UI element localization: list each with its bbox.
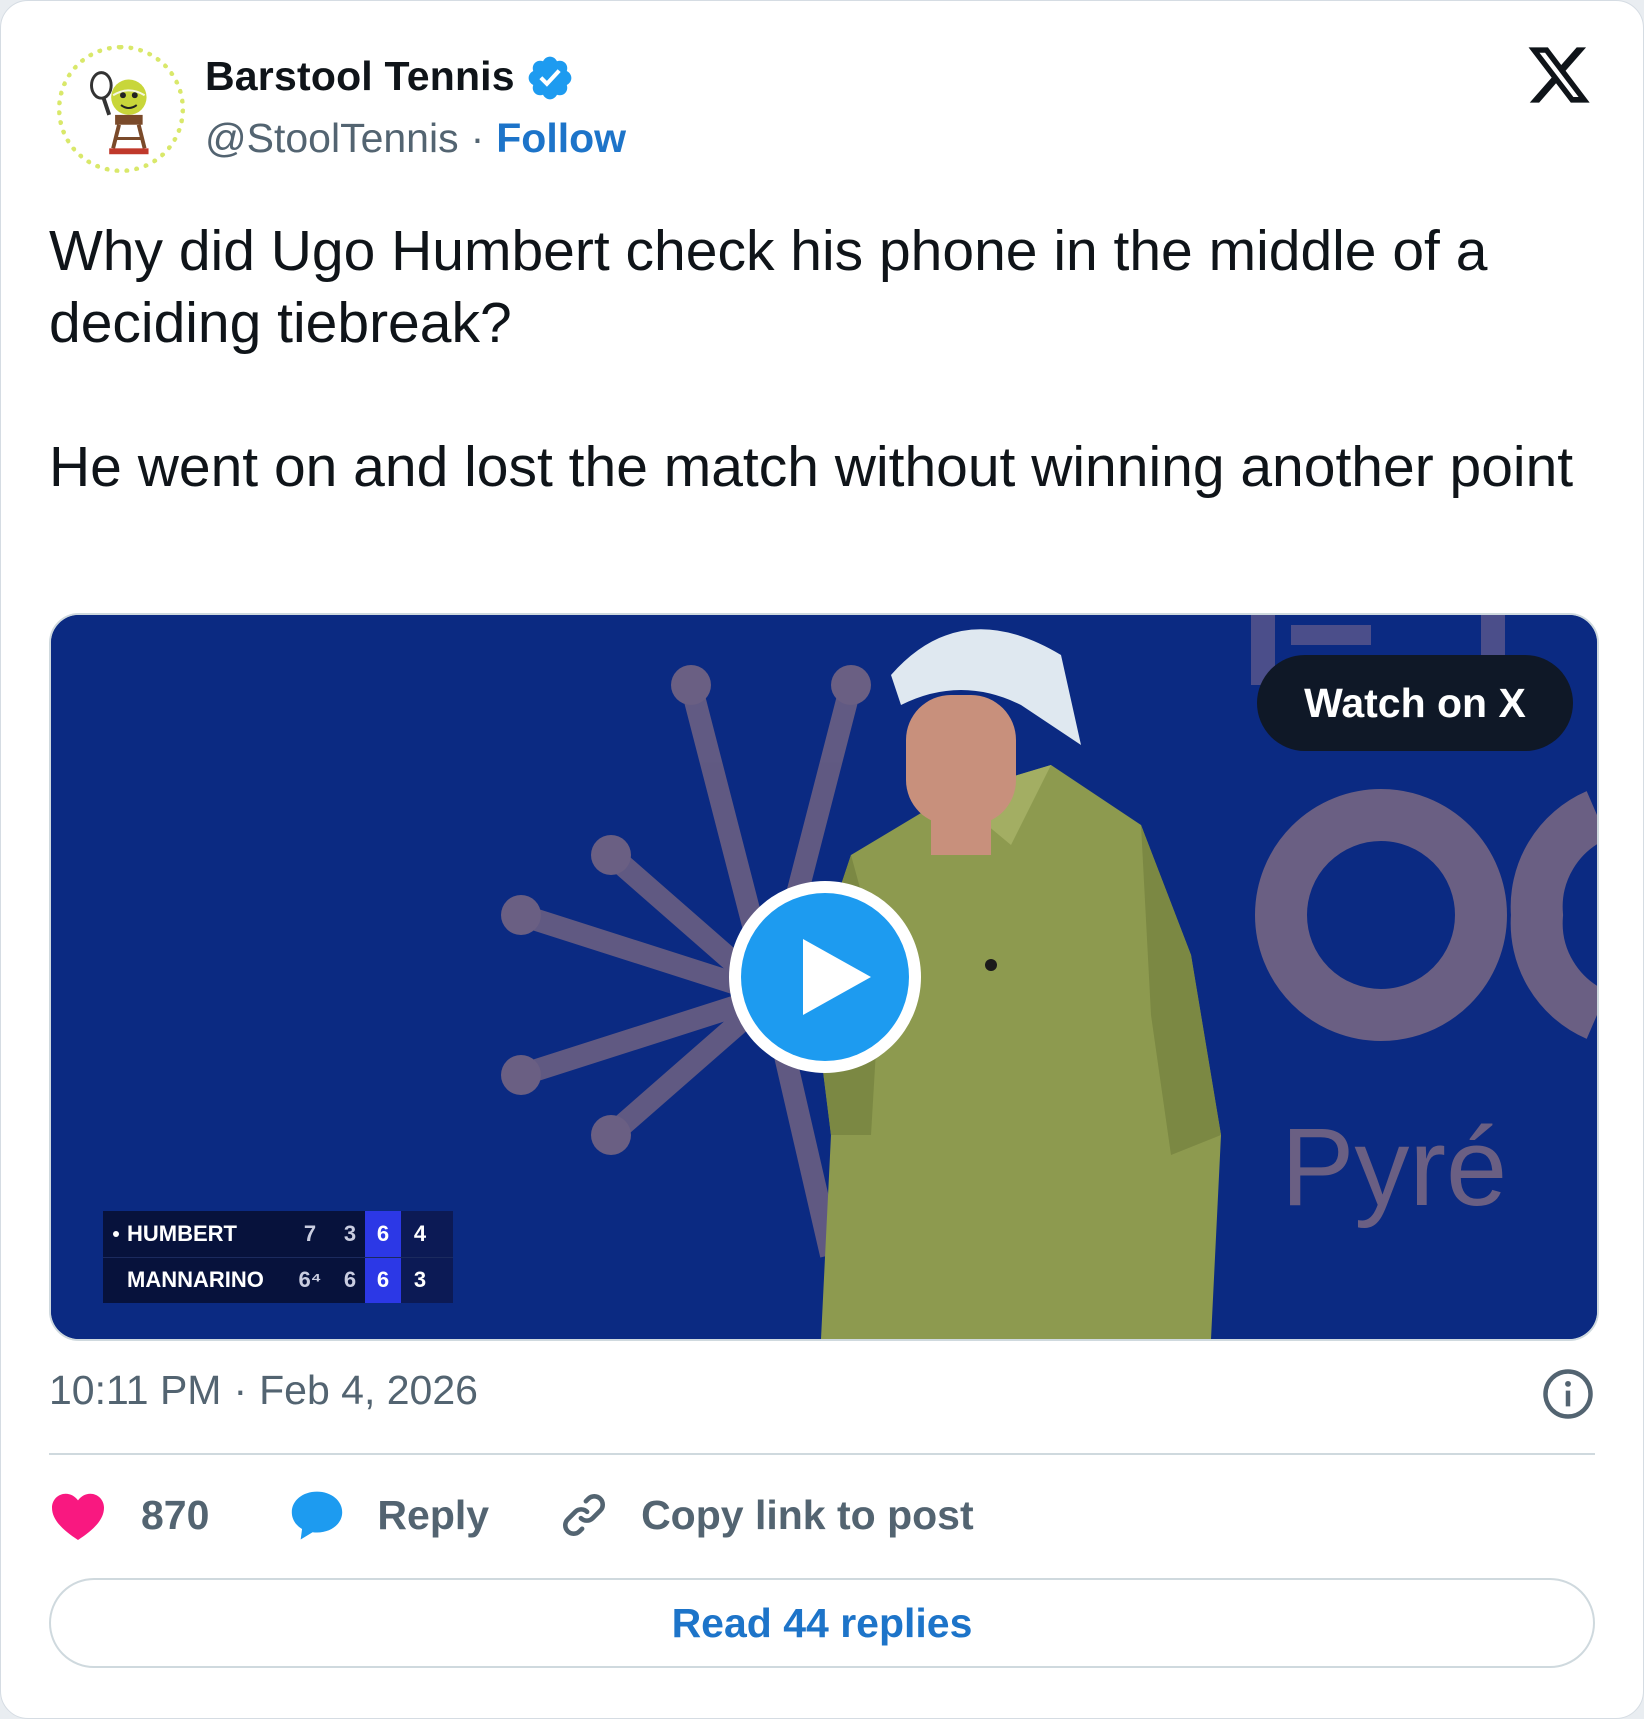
copy-link-label: Copy link to post: [641, 1491, 974, 1538]
info-icon[interactable]: [1541, 1367, 1595, 1421]
handle-row: @StoolTennis · Follow: [205, 115, 626, 162]
player-name: HUMBERT: [127, 1221, 237, 1246]
post-date: Feb 4, 2026: [259, 1367, 478, 1413]
game-score: 4: [413, 1221, 427, 1246]
x-logo-icon[interactable]: [1525, 41, 1593, 109]
tweet-card: Barstool Tennis @StoolTennis · Follow Wh…: [0, 0, 1644, 1719]
author-name-row: Barstool Tennis: [205, 49, 575, 103]
speech-bubble-icon: [292, 1491, 343, 1540]
set-score: 6: [376, 1267, 390, 1292]
reply-label: Reply: [377, 1491, 490, 1538]
tweet-paragraph: Why did Ugo Humbert check his phone in t…: [49, 219, 1488, 355]
scoreboard-row: MANNARINO 6⁴ 6 6 3: [103, 1257, 453, 1303]
set-score: 6⁴: [298, 1267, 322, 1292]
timestamp-separator: ·: [233, 1367, 248, 1413]
avatar[interactable]: [57, 45, 185, 173]
scoreboard-row: HUMBERT 7 3 6 4: [103, 1211, 453, 1258]
serve-indicator: [113, 1231, 119, 1237]
post-time: 10:11 PM: [49, 1367, 222, 1413]
play-button[interactable]: [725, 877, 925, 1077]
scoreboard: HUMBERT 7 3 6 4 MANNARINO 6⁴ 6 6 3: [103, 1211, 453, 1303]
verified-badge-icon: [528, 56, 572, 100]
handle-separator: ·: [470, 115, 485, 161]
watch-on-x-button[interactable]: Watch on X: [1257, 655, 1573, 751]
link-icon: [563, 1494, 606, 1536]
play-icon: [729, 881, 921, 1073]
set-score: 7: [303, 1221, 317, 1246]
display-name[interactable]: Barstool Tennis: [205, 53, 515, 100]
tweet-paragraph: He went on and lost the match without wi…: [49, 435, 1574, 499]
player-name: MANNARINO: [127, 1267, 264, 1292]
background-lettering: Pyré: [1281, 1106, 1507, 1229]
set-score: 6: [376, 1221, 390, 1246]
copy-link-button[interactable]: Copy link to post: [559, 1490, 974, 1540]
avatar-image: [62, 50, 180, 168]
set-score: 3: [343, 1221, 357, 1246]
action-bar: 870 Reply Copy link to post: [49, 1483, 974, 1547]
like-button[interactable]: 870: [49, 1489, 209, 1541]
read-replies-button[interactable]: Read 44 replies: [49, 1578, 1595, 1668]
like-count: 870: [141, 1491, 210, 1538]
follow-button[interactable]: Follow: [496, 115, 626, 162]
game-score: 3: [413, 1267, 427, 1292]
set-score: 6: [343, 1267, 357, 1292]
post-timestamp[interactable]: 10:11 PM · Feb 4, 2026: [49, 1367, 478, 1414]
reply-button[interactable]: Reply: [289, 1489, 489, 1541]
video-player[interactable]: Pyré HUMBERT 7 3 6 4 MANNARINO 6⁴ 6 6 3 …: [49, 613, 1599, 1341]
tweet-text: Why did Ugo Humbert check his phone in t…: [49, 215, 1609, 503]
divider: [49, 1453, 1595, 1455]
heart-icon: [52, 1493, 104, 1541]
handle[interactable]: @StoolTennis: [205, 115, 459, 162]
